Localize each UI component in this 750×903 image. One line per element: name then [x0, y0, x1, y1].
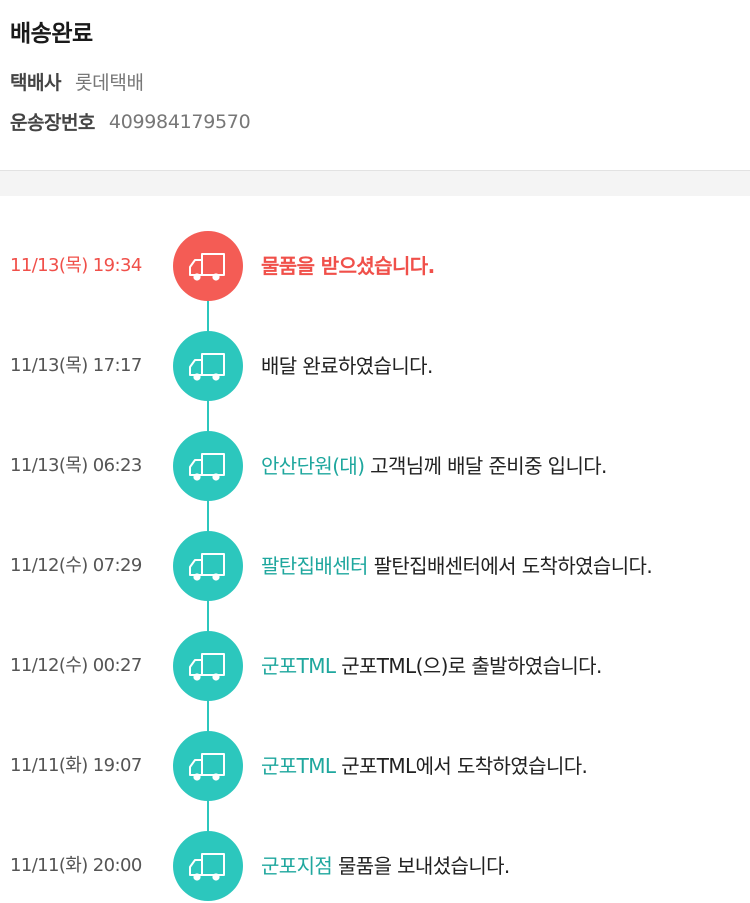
event-time: 11/13(목) 06:23 — [10, 455, 142, 476]
event-message: 배달 완료하였습니다. — [261, 354, 433, 378]
event-description: 군포TML 군포TML(으)로 출발하였습니다. — [261, 631, 602, 701]
delivery-truck-icon — [173, 831, 243, 901]
event-message: 고객님께 배달 준비중 입니다. — [370, 454, 607, 478]
delivery-summary: 배송완료 택배사 롯데택배 운송장번호 409984179570 — [0, 0, 750, 170]
event-message: 물품을 보내셨습니다. — [337, 854, 510, 878]
delivery-truck-icon — [173, 531, 243, 601]
delivery-truck-icon — [173, 631, 243, 701]
carrier-value: 롯데택배 — [74, 72, 144, 94]
event-message: 물품을 받으셨습니다. — [261, 254, 435, 278]
delivery-truck-icon — [173, 231, 243, 301]
timeline-event-2: 11/13(목) 17:17 배달 완료하였습니다. — [0, 331, 750, 401]
event-location: 군포TML — [261, 654, 342, 678]
timeline-event-1: 11/13(목) 19:34 물품을 받으셨습니다. — [0, 231, 750, 301]
timeline-event-4: 11/12(수) 07:29 팔탄집배센터 팔탄집배센터에서 도착하였습니다. — [0, 531, 750, 601]
tracking-number: 409984179570 — [108, 110, 251, 133]
timeline-event-6: 11/11(화) 19:07 군포TML 군포TML에서 도착하였습니다. — [0, 731, 750, 801]
delivery-truck-icon — [173, 731, 243, 801]
event-time: 11/11(화) 19:07 — [10, 755, 142, 776]
event-description: 군포지점 물품을 보내셨습니다. — [261, 831, 510, 901]
event-time: 11/13(목) 17:17 — [10, 355, 142, 376]
event-description: 물품을 받으셨습니다. — [261, 231, 435, 301]
delivery-truck-icon — [173, 431, 243, 501]
timeline-event-3: 11/13(목) 06:23 안산단원(대) 고객님께 배달 준비중 입니다. — [0, 431, 750, 501]
event-time: 11/13(목) 19:34 — [10, 255, 142, 276]
event-time: 11/11(화) 20:00 — [10, 855, 142, 876]
section-divider — [0, 170, 750, 196]
event-time: 11/12(수) 00:27 — [10, 655, 142, 676]
carrier-label: 택배사 — [10, 72, 61, 94]
delivery-truck-icon — [173, 331, 243, 401]
event-description: 안산단원(대) 고객님께 배달 준비중 입니다. — [261, 431, 607, 501]
event-description: 배달 완료하였습니다. — [261, 331, 433, 401]
event-description: 팔탄집배센터 팔탄집배센터에서 도착하였습니다. — [261, 531, 653, 601]
timeline-event-5: 11/12(수) 00:27 군포TML 군포TML(으)로 출발하였습니다. — [0, 631, 750, 701]
event-location: 팔탄집배센터 — [261, 554, 374, 578]
tracking-timeline: 11/13(목) 19:34 물품을 받으셨습니다. 11/13(목) 17:1… — [0, 196, 750, 903]
event-location: 안산단원(대) — [261, 454, 371, 478]
timeline-event-7: 11/11(화) 20:00 군포지점 물품을 보내셨습니다. — [0, 831, 750, 901]
event-description: 군포TML 군포TML에서 도착하였습니다. — [261, 731, 588, 801]
event-message: 팔탄집배센터에서 도착하였습니다. — [373, 554, 653, 578]
event-time: 11/12(수) 07:29 — [10, 555, 142, 576]
tracking-label: 운송장번호 — [10, 112, 95, 134]
carrier-row: 택배사 롯데택배 — [10, 68, 144, 95]
event-message: 군포TML(으)로 출발하였습니다. — [341, 654, 602, 678]
event-message: 군포TML에서 도착하였습니다. — [341, 754, 588, 778]
event-location: 군포TML — [261, 754, 342, 778]
tracking-row: 운송장번호 409984179570 — [10, 108, 251, 135]
event-location: 군포지점 — [261, 854, 338, 878]
delivery-status-title: 배송완료 — [10, 21, 93, 47]
